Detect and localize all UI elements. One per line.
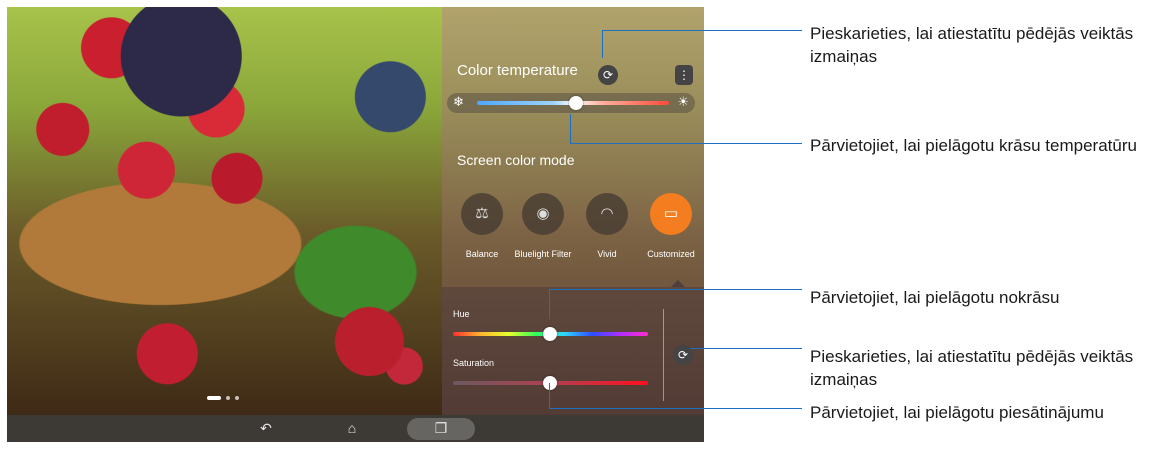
selected-mode-pointer [671, 280, 685, 287]
tablet-screen: Color temperature ⟳ ⋮ ❄ ☀ Screen color m… [7, 7, 704, 442]
page-indicator [207, 396, 239, 400]
scale-icon: ⚖ [461, 193, 503, 235]
page-dot [235, 396, 239, 400]
divider [663, 309, 664, 401]
callout-leader [570, 143, 802, 144]
recent-apps-icon[interactable]: ❐ [424, 418, 458, 439]
splendid-panel: Color temperature ⟳ ⋮ ❄ ☀ Screen color m… [442, 7, 704, 415]
color-temperature-slider[interactable]: ❄ ☀ [447, 93, 695, 113]
callout-leader [549, 408, 802, 409]
hue-label: Hue [453, 309, 470, 319]
page-dot [226, 396, 230, 400]
mode-label: Bluelight Filter [514, 249, 572, 259]
callout-saturation: Pārvietojiet, lai pielāgotu piesātinājum… [810, 403, 1104, 422]
screen-color-mode-label: Screen color mode [457, 152, 575, 168]
color-temperature-label: Color temperature [457, 62, 578, 79]
mode-customized[interactable]: ▭ Customized [639, 193, 703, 259]
rainbow-icon: ◠ [586, 193, 628, 235]
navigation-bar: ↶ ⌂ ❐ [7, 415, 704, 442]
callout-leader [549, 289, 802, 290]
eye-shield-icon: ◉ [522, 193, 564, 235]
saturation-slider-knob[interactable] [543, 376, 557, 390]
callout-leader [549, 289, 550, 319]
mode-label: Balance [465, 249, 499, 259]
callout-leader [602, 30, 802, 31]
temperature-slider-knob[interactable] [569, 96, 583, 110]
sun-icon: ☀ [677, 94, 689, 109]
snowflake-icon: ❄ [453, 94, 464, 109]
custom-settings-panel: Hue Saturation ⟳ [442, 287, 704, 415]
customize-icon: ▭ [650, 193, 692, 235]
mode-bluelight-filter[interactable]: ◉ Bluelight Filter [511, 193, 575, 259]
page-dot-active [207, 396, 221, 400]
mode-balance[interactable]: ⚖ Balance [450, 193, 514, 259]
saturation-label: Saturation [453, 358, 495, 368]
reset-temperature-icon[interactable]: ⟳ [598, 65, 618, 85]
callout-leader [602, 30, 603, 58]
more-options-icon[interactable]: ⋮ [675, 65, 693, 85]
hue-slider-knob[interactable] [543, 327, 557, 341]
callout-reset-temperature: Pieskarieties, lai atiestatītu pēdējās v… [810, 24, 1134, 66]
callout-color-temperature: Pārvietojiet, lai pielāgotu krāsu temper… [810, 136, 1137, 155]
mode-label: Vivid [597, 249, 617, 259]
mode-vivid[interactable]: ◠ Vivid [575, 193, 639, 259]
callout-hue: Pārvietojiet, lai pielāgotu nokrāsu [810, 288, 1060, 307]
callout-leader [549, 383, 550, 408]
callout-leader [570, 114, 571, 144]
back-icon[interactable]: ↶ [249, 418, 283, 439]
callout-reset-custom: Pieskarieties, lai atiestatītu pēdējās v… [810, 347, 1134, 389]
home-icon[interactable]: ⌂ [335, 418, 369, 439]
callout-leader [690, 348, 802, 349]
mode-label: Customized [647, 249, 695, 259]
